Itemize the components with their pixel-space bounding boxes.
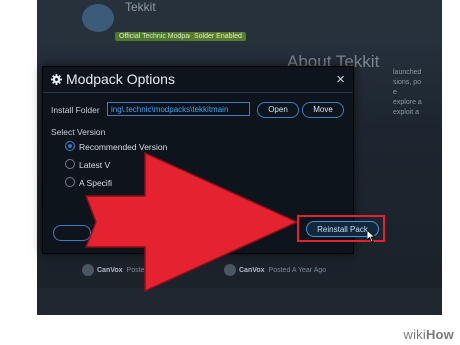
mouse-cursor-icon [367, 230, 375, 242]
wikihow-watermark: wikiHow [403, 327, 454, 342]
frame: Tekkit Official Technic Modpack Solder E… [0, 0, 460, 345]
arrow-annotation [84, 151, 299, 293]
